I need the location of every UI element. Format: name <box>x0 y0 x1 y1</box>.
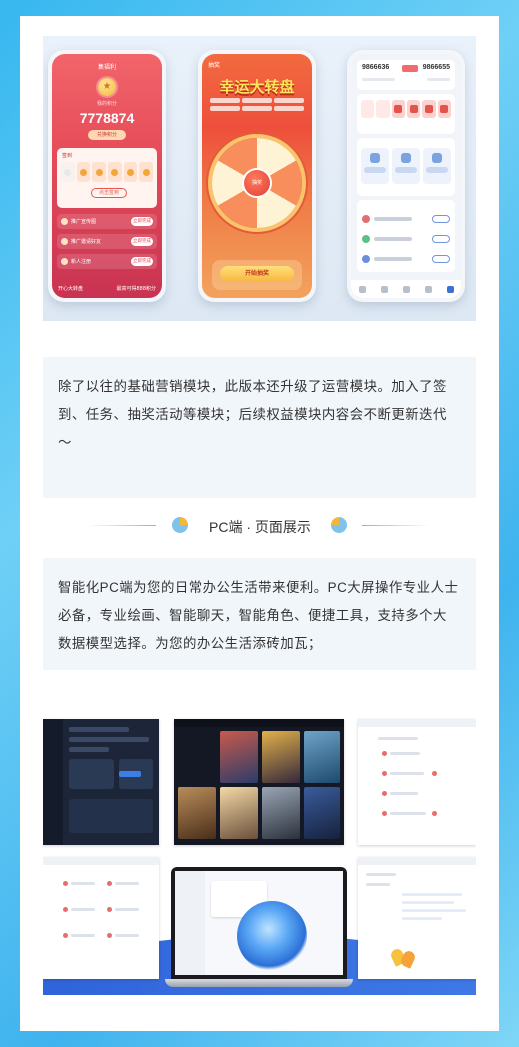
phone3-header: 9866636 9866655 <box>357 60 455 90</box>
welfare-tile[interactable] <box>361 148 389 184</box>
day-cell <box>61 162 75 182</box>
mobile-mockups-image: 集福利 我的积分 7778874 兑换积分 签到 点击签到 <box>43 36 476 321</box>
phone-lottery-mockup: 抽奖 幸运大转盘 抽奖 开始抽奖 <box>198 50 316 302</box>
number-right: 9866655 <box>422 64 450 71</box>
coin-icon <box>98 78 116 96</box>
pc-screen-list <box>358 719 476 845</box>
bottom-tabbar <box>351 280 461 298</box>
section-title: PC端 · 页面展示 <box>209 519 311 535</box>
wallpaper-bloom <box>237 901 307 971</box>
phone-tasks-screen: 9866636 9866655 <box>351 54 461 298</box>
phone2-top-label: 抽奖 <box>208 62 221 69</box>
pie-icon <box>331 517 347 533</box>
list-item <box>362 212 450 226</box>
laptop-base <box>165 979 353 987</box>
footer-right: 最高可得888积分 <box>116 286 156 292</box>
tag-badge <box>402 65 418 72</box>
task-label: 推广邀请好友 <box>71 239 102 245</box>
user-icon[interactable] <box>446 285 454 293</box>
exchange-button[interactable]: 兑换积分 <box>88 130 126 140</box>
gallery-image[interactable] <box>220 731 258 783</box>
task-label: 新人注册 <box>71 259 92 265</box>
welfare-tile[interactable] <box>423 148 451 184</box>
gallery-image[interactable] <box>262 787 300 839</box>
chat-icon[interactable] <box>402 285 410 293</box>
app-sidebar <box>175 871 205 975</box>
task-item: 推广邀请好友 立即完成 <box>57 234 157 249</box>
gallery-image[interactable] <box>220 787 258 839</box>
task-icon <box>61 258 68 265</box>
section-heading: PC端 · 页面展示 <box>20 512 499 540</box>
pc-showcase-image: 咕咔 <box>43 709 476 995</box>
prize-banner <box>210 98 304 112</box>
phone1-subtitle: 我的积分 <box>96 101 117 107</box>
grid-icon[interactable] <box>380 285 388 293</box>
wheel-title: 幸运大转盘 <box>219 79 295 96</box>
phone-lottery-screen: 抽奖 幸运大转盘 抽奖 开始抽奖 <box>202 54 312 298</box>
task-button[interactable]: 立即完成 <box>131 237 153 246</box>
task-icon <box>61 238 68 245</box>
task-button[interactable]: 立即完成 <box>131 257 153 266</box>
signin-days <box>61 162 154 182</box>
operations-description-card: 除了以往的基础营销模块，此版本还升级了运营模块。加入了签到、任务、抽奖活动等模块… <box>43 357 476 498</box>
phone1-title: 集福利 <box>97 64 116 71</box>
welfare-block <box>357 138 455 196</box>
laptop-screen <box>171 867 347 979</box>
phone-signin-mockup: 集福利 我的积分 7778874 兑换积分 签到 点击签到 <box>48 50 166 302</box>
pc-description-card: 智能化PC端为您的日常办公生活带来便利。PC大屏操作专业人士必备，专业绘画、智能… <box>43 558 476 670</box>
welfare-tiles <box>361 148 451 184</box>
number-left: 9866636 <box>362 64 390 71</box>
gallery-image[interactable] <box>304 731 340 783</box>
start-lottery-button[interactable]: 开始抽奖 <box>220 266 294 282</box>
divider-line <box>88 525 156 526</box>
laptop-mockup <box>165 867 353 987</box>
pc-screen-ai-gallery <box>174 719 344 845</box>
divider-line <box>362 525 430 526</box>
operations-description: 除了以往的基础营销模块，此版本还升级了运营模块。加入了签到、任务、抽奖活动等模块… <box>58 379 447 450</box>
content-frame: 集福利 我的积分 7778874 兑换积分 签到 点击签到 <box>20 16 499 1031</box>
pc-screen-cards <box>43 857 159 979</box>
day-cell <box>108 162 122 182</box>
phone-tasks-mockup: 9866636 9866655 <box>347 50 465 302</box>
task-item: 推广宣传图 立即完成 <box>57 214 157 229</box>
gift-row <box>361 100 451 118</box>
list-item <box>362 252 450 266</box>
pie-icon <box>172 517 188 533</box>
gallery-image[interactable] <box>304 787 340 839</box>
list-item <box>362 232 450 246</box>
brand-logo-text: 咕咔 <box>441 959 474 976</box>
day-cell <box>92 162 107 182</box>
footer-left: 开心大转盘 <box>58 286 84 292</box>
lottery-wheel[interactable]: 抽奖 <box>212 138 302 228</box>
phone-signin-screen: 集福利 我的积分 7778874 兑换积分 签到 点击签到 <box>52 54 162 298</box>
gift-block <box>357 94 455 134</box>
gallery-image[interactable] <box>178 787 216 839</box>
phone1-footer: 开心大转盘 最高可得888积分 <box>58 285 156 292</box>
task-label: 推广宣传图 <box>71 219 97 225</box>
heart-icon[interactable] <box>424 285 432 293</box>
brand-logo-icon <box>392 949 414 969</box>
signin-title: 签到 <box>62 153 73 159</box>
signin-card: 签到 点击签到 <box>57 148 157 208</box>
task-list-block <box>357 200 455 272</box>
task-item: 新人注册 立即完成 <box>57 254 157 269</box>
gallery-image[interactable] <box>262 731 300 783</box>
points-value: 7778874 <box>79 110 135 126</box>
day-cell <box>139 162 154 182</box>
welfare-tile[interactable] <box>392 148 420 184</box>
task-icon <box>61 218 68 225</box>
day-cell <box>123 162 138 182</box>
day-cell <box>76 162 91 182</box>
pc-description: 智能化PC端为您的日常办公生活带来便利。PC大屏操作专业人士必备，专业绘画、智能… <box>58 580 459 651</box>
home-icon[interactable] <box>358 285 366 293</box>
task-button[interactable]: 立即完成 <box>131 217 153 226</box>
wheel-hub[interactable]: 抽奖 <box>244 170 270 196</box>
pc-screen-dark-dashboard <box>43 719 159 845</box>
signin-button[interactable]: 点击签到 <box>91 188 127 198</box>
